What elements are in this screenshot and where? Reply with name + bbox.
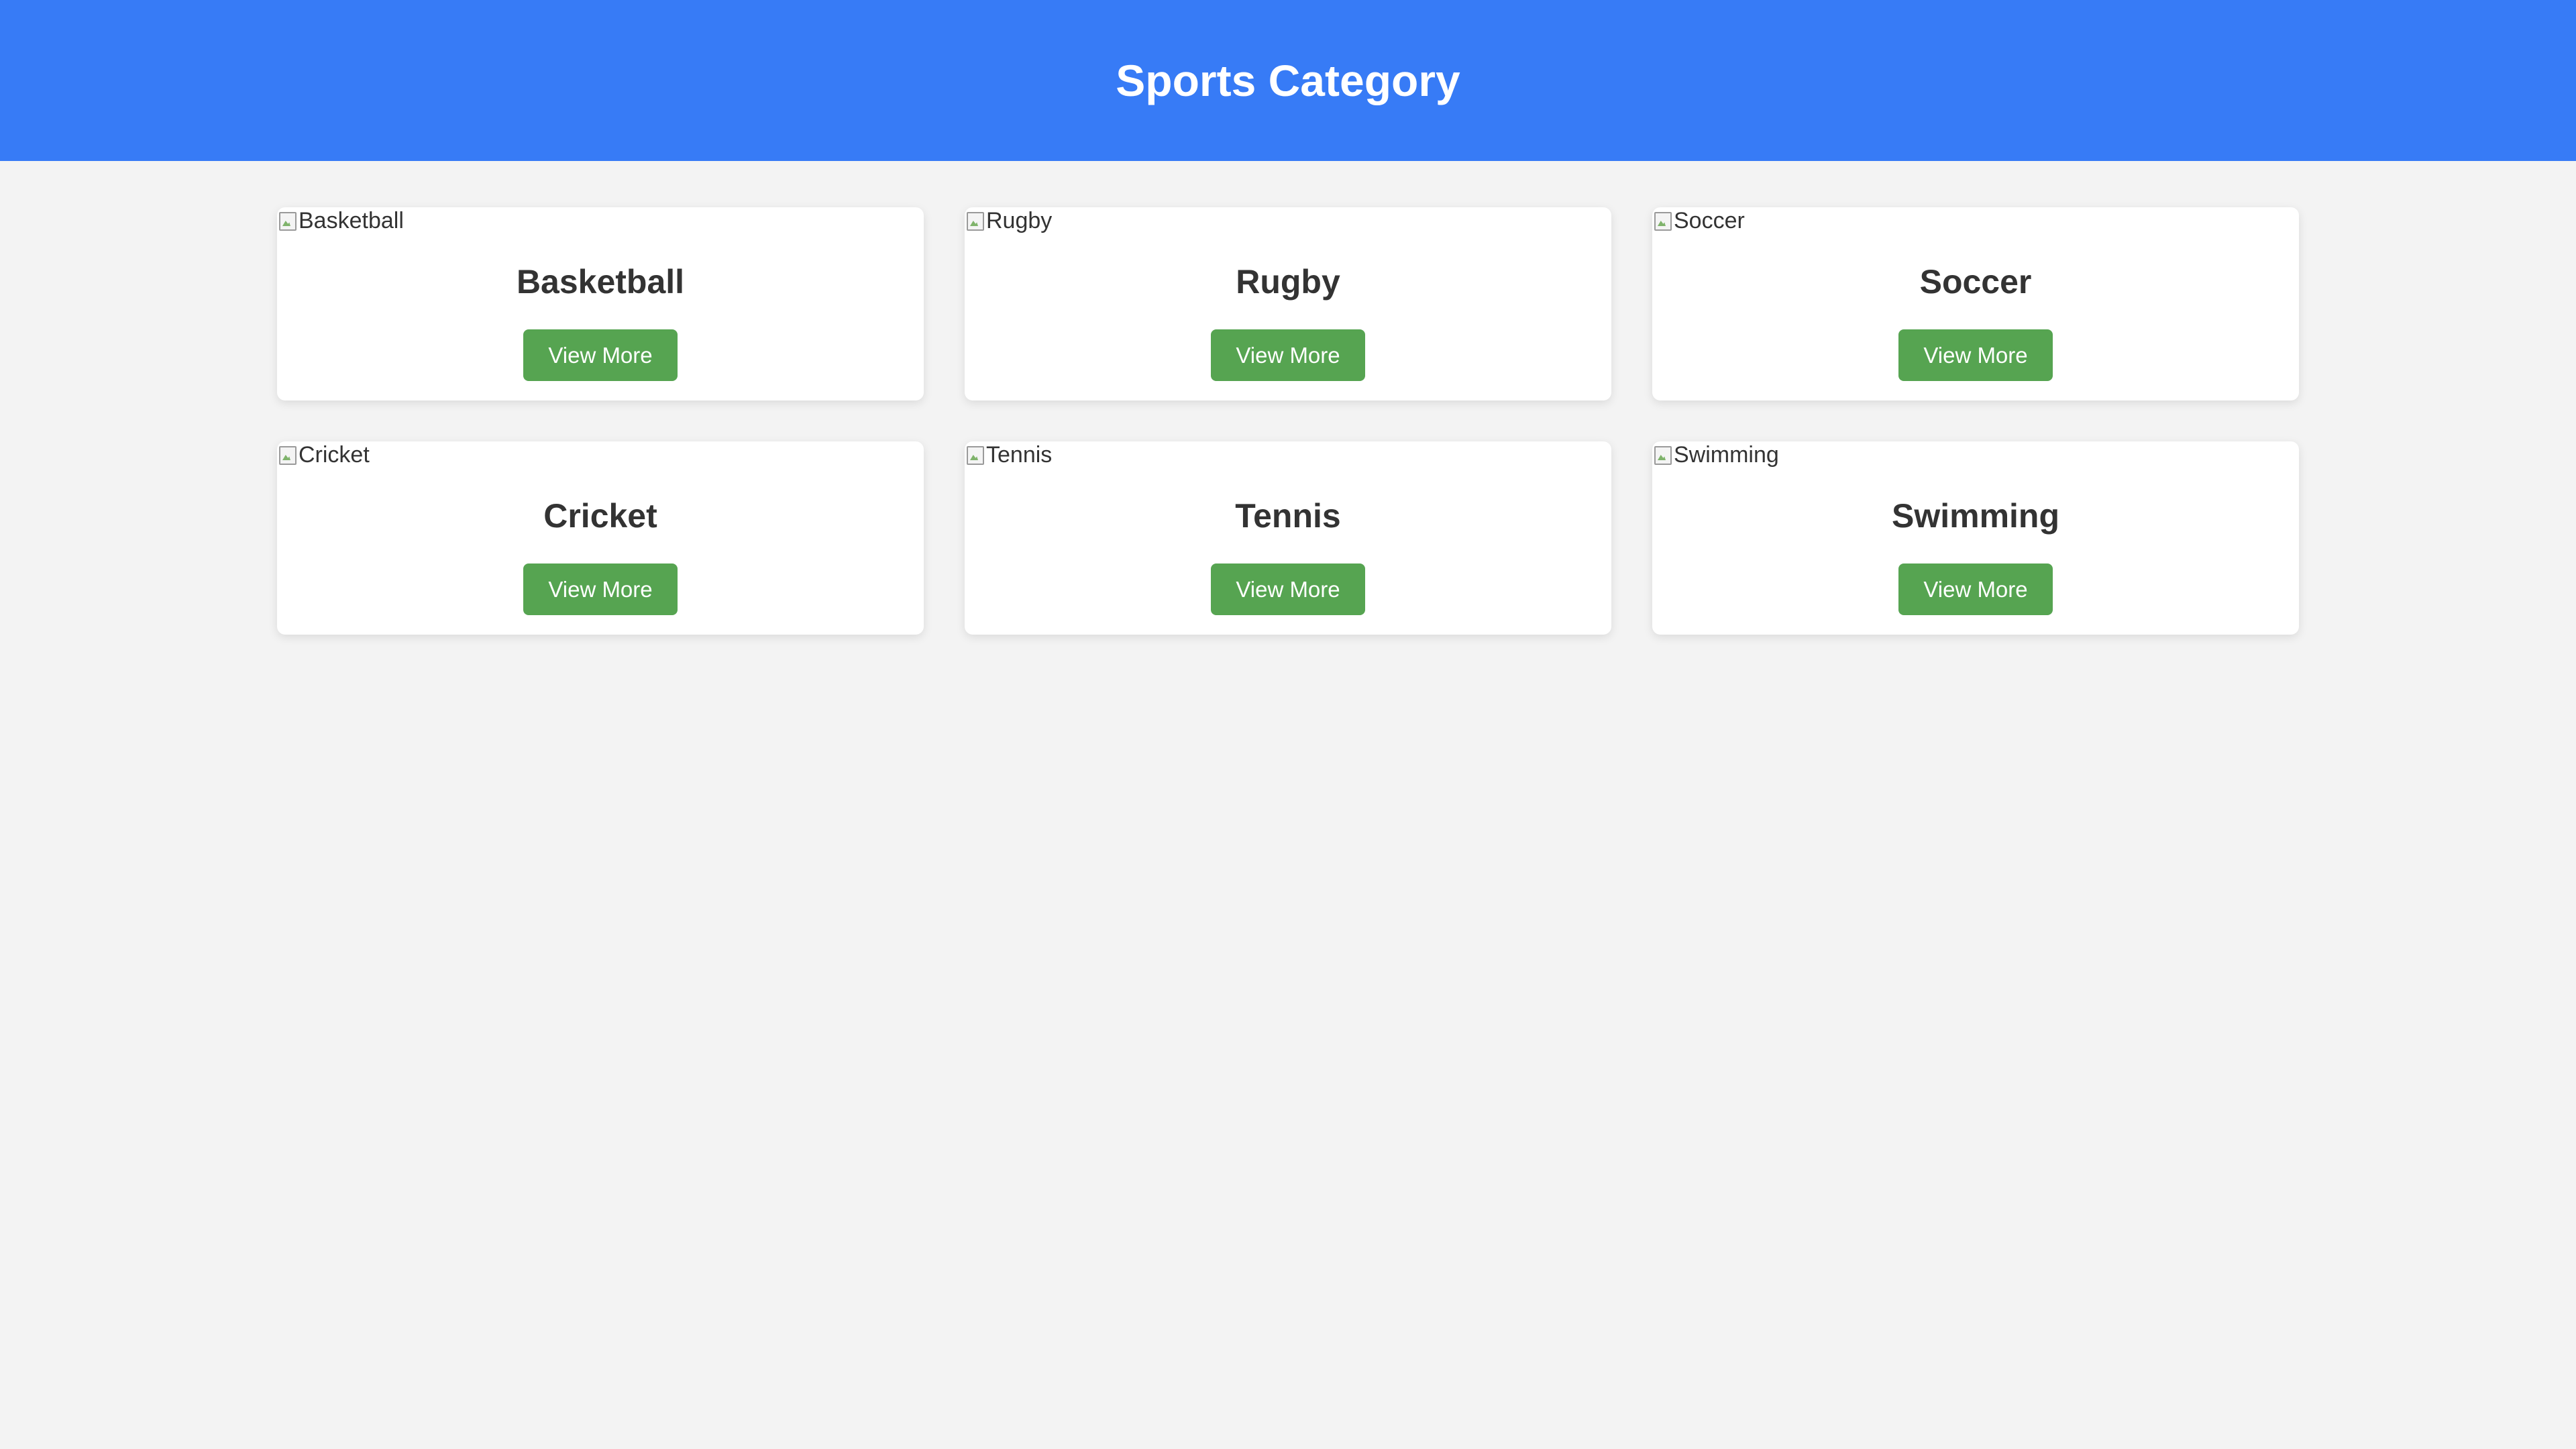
image-alt-text: Rugby xyxy=(986,207,1053,233)
card-title: Cricket xyxy=(543,497,657,535)
broken-image-icon xyxy=(965,209,985,232)
view-more-button[interactable]: View More xyxy=(523,564,678,615)
sport-card-basketball: Basketball Basketball View More xyxy=(277,207,924,400)
sport-card-cricket: Cricket Cricket View More xyxy=(277,441,924,635)
sport-card-rugby: Rugby Rugby View More xyxy=(965,207,1611,400)
image-alt-text: Cricket xyxy=(299,441,370,468)
sports-grid: Basketball Basketball View More Rugby Ru… xyxy=(277,207,2299,635)
broken-image-icon xyxy=(965,443,985,466)
card-image: Cricket xyxy=(277,441,370,468)
card-title: Soccer xyxy=(1919,263,2032,301)
card-title: Tennis xyxy=(1235,497,1341,535)
sport-card-soccer: Soccer Soccer View More xyxy=(1652,207,2299,400)
view-more-button[interactable]: View More xyxy=(1898,329,2053,381)
image-alt-text: Soccer xyxy=(1674,207,1745,233)
view-more-button[interactable]: View More xyxy=(1898,564,2053,615)
image-alt-text: Tennis xyxy=(986,441,1053,468)
page-title: Sports Category xyxy=(1116,56,1460,105)
card-image: Tennis xyxy=(965,441,1052,468)
card-title: Basketball xyxy=(516,263,685,301)
view-more-button[interactable]: View More xyxy=(1211,564,1365,615)
card-image: Rugby xyxy=(965,207,1052,234)
page-header: Sports Category xyxy=(0,0,2576,161)
broken-image-icon xyxy=(277,209,297,232)
sport-card-swimming: Swimming Swimming View More xyxy=(1652,441,2299,635)
card-image: Swimming xyxy=(1652,441,1779,468)
card-title: Rugby xyxy=(1236,263,1340,301)
card-image: Basketball xyxy=(277,207,404,234)
card-image: Soccer xyxy=(1652,207,1745,234)
card-title: Swimming xyxy=(1891,497,2060,535)
broken-image-icon xyxy=(1652,209,1672,232)
broken-image-icon xyxy=(277,443,297,466)
image-alt-text: Basketball xyxy=(299,207,404,233)
broken-image-icon xyxy=(1652,443,1672,466)
view-more-button[interactable]: View More xyxy=(523,329,678,381)
view-more-button[interactable]: View More xyxy=(1211,329,1365,381)
sport-card-tennis: Tennis Tennis View More xyxy=(965,441,1611,635)
image-alt-text: Swimming xyxy=(1674,441,1779,468)
